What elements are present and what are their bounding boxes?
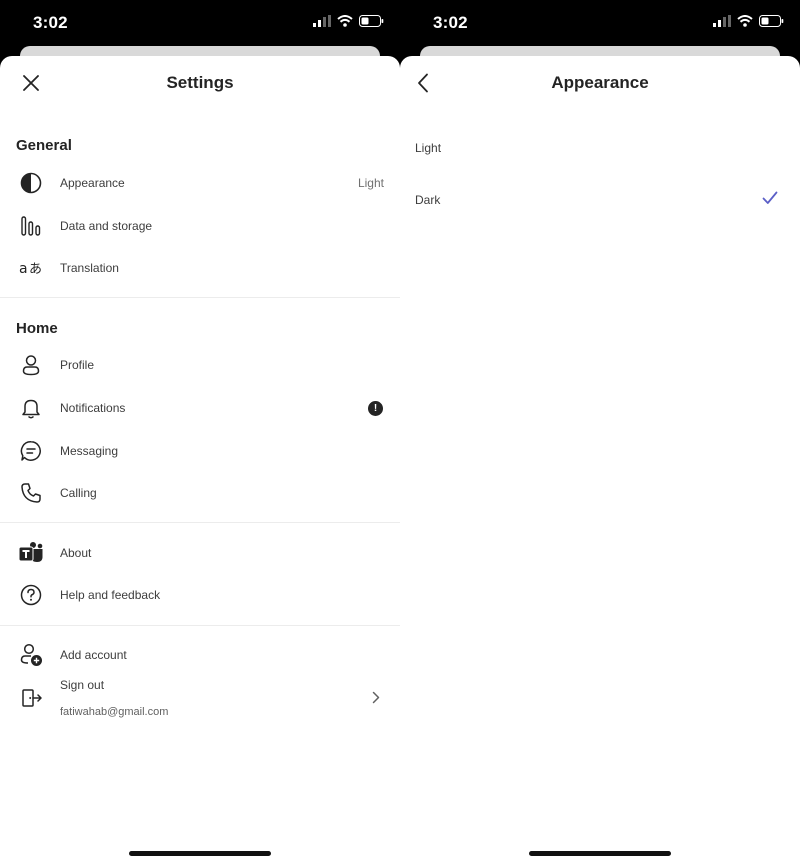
settings-item-sign-out[interactable]: Sign out fatiwahab@gmail.com <box>0 673 400 723</box>
settings-item-label: About <box>60 546 92 560</box>
status-bar: 3:02 <box>0 0 400 46</box>
settings-item-label: Messaging <box>60 444 119 458</box>
phone-icon <box>18 480 44 506</box>
svg-text:a: a <box>19 261 28 277</box>
divider <box>0 625 400 626</box>
half-circle-icon <box>18 170 44 196</box>
settings-item-data-and-storage[interactable]: Data and storage <box>0 206 400 246</box>
settings-item-label: Appearance <box>60 176 125 190</box>
section-header-home: Home <box>16 320 58 337</box>
status-icons <box>713 15 784 27</box>
settings-item-label: Notifications <box>60 401 126 415</box>
settings-item-label: Profile <box>60 358 95 372</box>
person-icon <box>18 352 44 378</box>
page-title: Appearance <box>551 73 649 92</box>
appearance-option-label: Light <box>415 141 442 155</box>
wifi-icon <box>737 15 753 27</box>
warning-badge: ! <box>368 400 383 416</box>
settings-nav-bar: Settings <box>0 56 400 110</box>
settings-item-label: Add account <box>60 648 127 662</box>
appearance-sheet: Appearance Light Dark <box>400 56 800 865</box>
translate-icon: a あ <box>18 255 44 281</box>
page-title: Settings <box>166 73 234 92</box>
svg-text:あ: あ <box>29 262 42 277</box>
sign-out-label: Sign out <box>60 678 105 692</box>
settings-item-label: Help and feedback <box>60 588 161 602</box>
appearance-screen: 3:02 Appearance Light Dark <box>400 0 800 865</box>
settings-item-appearance[interactable]: Appearance Light <box>0 163 400 203</box>
settings-item-messaging[interactable]: Messaging <box>0 431 400 471</box>
appearance-option-light[interactable]: Light <box>400 129 800 169</box>
settings-sheet: Settings General Appearance Light Data a… <box>0 56 400 865</box>
home-indicator <box>529 851 671 856</box>
settings-item-label: Translation <box>60 261 119 275</box>
bar-chart-icon <box>18 213 44 239</box>
home-indicator <box>129 851 271 856</box>
settings-screen: 3:02 Settings General Appearance Light D… <box>0 0 400 865</box>
chevron-right-icon <box>372 691 380 709</box>
battery-icon <box>359 15 384 27</box>
checkmark-icon <box>762 191 778 210</box>
status-time: 3:02 <box>433 13 468 32</box>
settings-item-label: Calling <box>60 486 97 500</box>
bell-icon <box>18 395 44 421</box>
status-icons <box>313 15 384 27</box>
settings-item-label: Data and storage <box>60 219 153 233</box>
section-header-general: General <box>16 137 72 154</box>
appearance-option-dark[interactable]: Dark <box>400 181 800 221</box>
battery-icon <box>759 15 784 27</box>
sign-out-icon <box>20 686 44 710</box>
settings-item-add-account[interactable]: Add account <box>0 635 400 675</box>
settings-item-about[interactable]: About <box>0 533 400 573</box>
settings-item-help-and-feedback[interactable]: Help and feedback <box>0 575 400 615</box>
signal-icon <box>313 15 331 27</box>
settings-item-translation[interactable]: a あ Translation <box>0 248 400 288</box>
appearance-nav-bar: Appearance <box>400 56 800 110</box>
status-time: 3:02 <box>33 13 68 32</box>
appearance-current-value: Light <box>357 176 384 190</box>
wifi-icon <box>337 15 353 27</box>
settings-item-notifications[interactable]: Notifications ! <box>0 388 400 428</box>
account-email: fatiwahab@gmail.com <box>60 706 169 718</box>
divider <box>0 297 400 298</box>
status-bar: 3:02 <box>400 0 800 46</box>
add-person-icon <box>18 642 44 668</box>
settings-item-profile[interactable]: Profile <box>0 345 400 385</box>
divider <box>0 522 400 523</box>
settings-item-calling[interactable]: Calling <box>0 473 400 513</box>
signal-icon <box>713 15 731 27</box>
question-icon <box>18 582 44 608</box>
appearance-option-label: Dark <box>415 193 441 207</box>
chat-icon <box>18 438 44 464</box>
teams-logo-icon <box>18 540 44 566</box>
